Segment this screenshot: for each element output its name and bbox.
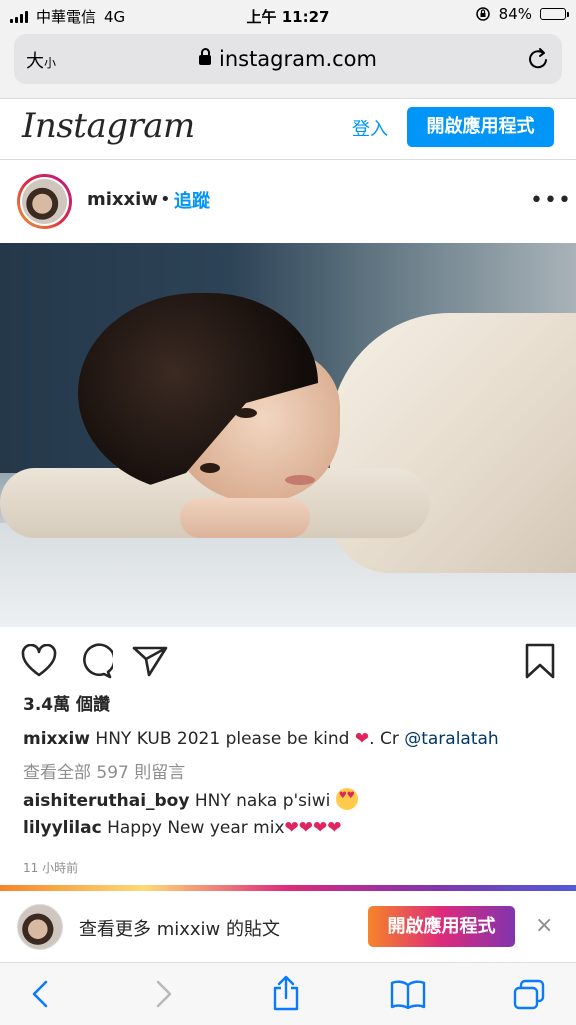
follow-button[interactable]: 追蹤 [174, 187, 210, 213]
tabs-icon[interactable] [512, 979, 546, 1011]
post-photo[interactable] [0, 243, 576, 627]
comment-icon[interactable] [77, 643, 113, 679]
likes-count[interactable]: 3.4萬 個讚 [23, 690, 110, 715]
comment-item: aishiteruthai_boy HNY naka p'siwi [23, 788, 358, 811]
login-link[interactable]: 登入 [352, 115, 388, 141]
bookmarks-icon[interactable] [390, 979, 426, 1009]
post-actions [0, 640, 576, 684]
browser-address-area: 大小 instagram.com [0, 30, 576, 99]
heart-emoji-icon: ❤ [298, 818, 313, 838]
view-all-comments-link[interactable]: 查看全部 597 則留言 [23, 758, 185, 783]
comment-username[interactable]: aishiteruthai_boy [23, 791, 189, 811]
caption-username[interactable]: mixxiw [23, 729, 90, 749]
comment-text: Happy New year mix [107, 818, 285, 838]
instagram-header: Instagram 登入 開啟應用程式 [0, 98, 576, 160]
close-icon[interactable]: × [535, 913, 553, 938]
forward-icon[interactable] [154, 979, 174, 1009]
share-icon[interactable] [132, 644, 168, 678]
status-bar: 中華電信 4G 上午 11:27 84% [0, 0, 576, 30]
banner-open-app-button[interactable]: 開啟應用程式 [368, 906, 515, 947]
more-options-icon[interactable]: ••• [530, 188, 572, 213]
open-app-banner: 查看更多 mixxiw 的貼文 開啟應用程式 × [0, 891, 576, 962]
share-sheet-icon[interactable] [271, 975, 301, 1011]
instagram-logo[interactable]: Instagram [22, 106, 195, 146]
bookmark-icon[interactable] [524, 643, 556, 679]
caption-text: HNY KUB 2021 please be kind [95, 729, 350, 749]
photo-eye [235, 408, 257, 418]
battery-percent: 84% [498, 5, 532, 23]
banner-avatar [17, 904, 63, 950]
open-app-button[interactable]: 開啟應用程式 [407, 107, 554, 147]
comment-text: HNY naka p'siwi [194, 791, 331, 811]
address-domain: instagram.com [14, 47, 562, 71]
photo-mouth [285, 475, 315, 485]
photo-eye [200, 463, 220, 473]
address-bar[interactable]: 大小 instagram.com [14, 34, 562, 84]
caption-suffix: . Cr [369, 729, 399, 749]
heart-icon[interactable] [21, 644, 57, 678]
status-right: 84% [475, 5, 569, 23]
avatar [20, 177, 69, 226]
heart-emoji-icon: ❤ [313, 818, 328, 838]
heart-eyes-emoji-icon [335, 788, 358, 810]
post-username[interactable]: mixxiw [87, 189, 158, 210]
reload-icon[interactable] [528, 47, 550, 71]
domain-text: instagram.com [218, 47, 377, 71]
heart-emoji-icon: ❤ [327, 818, 342, 838]
avatar-story-ring[interactable] [17, 174, 72, 229]
comment-item: lilyylilac Happy New year mix❤❤❤❤ [23, 818, 342, 838]
post-timestamp: 11 小時前 [23, 861, 79, 875]
orientation-lock-icon [475, 7, 490, 21]
back-icon[interactable] [30, 979, 50, 1009]
caption-mention[interactable]: @taralatah [404, 729, 499, 749]
comment-username[interactable]: lilyylilac [23, 818, 102, 838]
post-caption: mixxiw HNY KUB 2021 please be kind ❤. Cr… [23, 727, 563, 751]
heart-emoji-icon: ❤ [284, 818, 299, 838]
browser-toolbar [0, 962, 576, 1025]
battery-icon [540, 8, 569, 20]
separator-dot: • [160, 189, 171, 210]
photo-hand [180, 498, 310, 538]
heart-emoji-icon: ❤ [354, 729, 370, 749]
post-header: mixxiw • 追蹤 ••• [0, 160, 576, 243]
banner-text: 查看更多 mixxiw 的貼文 [79, 919, 281, 940]
lock-icon [198, 48, 211, 65]
avatar-image [22, 179, 67, 224]
